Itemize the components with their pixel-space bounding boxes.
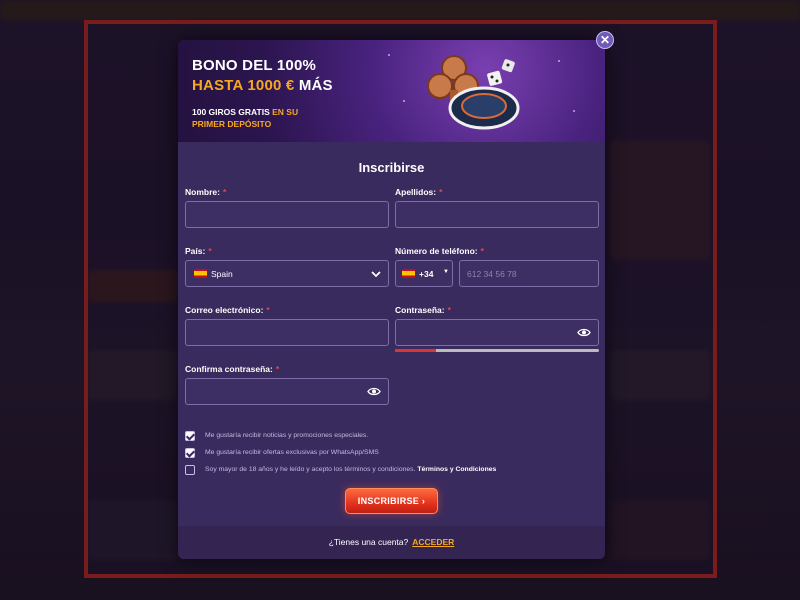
confirm-password-field[interactable]: [185, 378, 389, 405]
promo-title: BONO DEL 100%: [192, 57, 317, 74]
phone-code-select[interactable]: +34 ▼: [395, 260, 453, 287]
promo-banner: BONO DEL 100% HASTA 1000 € MÁS 100 GIROS…: [178, 40, 605, 142]
spain-flag-icon: [402, 269, 415, 278]
terms-text: Soy mayor de 18 años y he leído y acepto…: [205, 466, 496, 473]
password-field[interactable]: [395, 319, 599, 346]
casino-chip-icon: [427, 55, 520, 130]
sparkle: [388, 54, 390, 56]
sparkle: [573, 110, 575, 112]
newsletter-checkbox[interactable]: [185, 431, 195, 441]
last-name-field[interactable]: [395, 201, 599, 228]
required-mark: *: [222, 187, 227, 197]
promo-amount: HASTA 1000 € MÁS: [192, 77, 333, 94]
promo-spins: 100 GIROS GRATIS: [192, 107, 270, 117]
required-mark: *: [266, 305, 270, 315]
phone-input[interactable]: 612 34 56 78: [459, 260, 599, 287]
first-name-label-text: Nombre:: [185, 187, 220, 197]
phone-label: Número de teléfono: *: [395, 246, 484, 256]
first-name-field[interactable]: [185, 201, 389, 228]
caret-down-icon: ▼: [443, 269, 449, 275]
phone-label-text: Número de teléfono:: [395, 246, 478, 256]
last-name-label: Apellidos: *: [395, 187, 442, 197]
sparkle: [403, 100, 405, 102]
whatsapp-checkbox[interactable]: [185, 448, 195, 458]
required-mark: *: [275, 364, 280, 374]
email-label-text: Correo electrónico:: [185, 305, 264, 315]
last-name-label-text: Apellidos:: [395, 187, 437, 197]
password-strength-fill: [395, 349, 436, 352]
modal-footer: ¿Tienes una cuenta? ACCEDER: [178, 526, 605, 559]
spain-flag-icon: [194, 269, 207, 278]
first-name-label: Nombre: *: [185, 187, 226, 197]
country-value: Spain: [211, 269, 233, 279]
password-label: Contraseña: *: [395, 305, 451, 315]
required-mark: *: [439, 187, 443, 197]
newsletter-text: Me gustaría recibir noticias y promocion…: [205, 432, 369, 439]
phone-placeholder: 612 34 56 78: [467, 269, 517, 279]
chevron-down-icon: [371, 271, 381, 278]
whatsapp-text: Me gustaría recibir ofertas exclusivas p…: [205, 449, 379, 456]
password-strength-bar: [395, 349, 599, 352]
terms-statement: Soy mayor de 18 años y he leído y acepto…: [205, 466, 416, 473]
signup-modal: BONO DEL 100% HASTA 1000 € MÁS 100 GIROS…: [178, 40, 605, 559]
confirm-password-label: Confirma contraseña: *: [185, 364, 279, 374]
promo-amount-accent: HASTA 1000 €: [192, 77, 295, 94]
eye-icon[interactable]: [367, 386, 381, 397]
email-label: Correo electrónico: *: [185, 305, 270, 315]
required-mark: *: [447, 305, 451, 315]
phone-code: +34: [419, 269, 434, 279]
eye-icon[interactable]: [577, 327, 591, 338]
required-mark: *: [480, 246, 484, 256]
have-account-text: ¿Tienes una cuenta?: [328, 537, 409, 547]
country-label-text: País:: [185, 246, 206, 256]
country-label: País: *: [185, 246, 212, 256]
login-prompt: ¿Tienes una cuenta? ACCEDER: [178, 537, 605, 547]
required-mark: *: [208, 246, 212, 256]
promo-subtitle: 100 GIROS GRATIS EN SU PRIMER DEPÓSITO: [192, 106, 322, 130]
form-title: Inscribirse: [358, 160, 425, 175]
sparkle: [558, 60, 560, 62]
promo-amount-more: MÁS: [294, 77, 333, 94]
terms-checkbox[interactable]: [185, 465, 195, 475]
close-button[interactable]: ✕: [596, 31, 614, 49]
confirm-password-label-text: Confirma contraseña:: [185, 364, 273, 374]
login-link[interactable]: ACCEDER: [412, 537, 454, 547]
country-select[interactable]: Spain: [185, 260, 389, 287]
signup-submit-button[interactable]: INSCRIBIRSE ›: [345, 488, 438, 514]
password-label-text: Contraseña:: [395, 305, 445, 315]
email-field[interactable]: [185, 319, 389, 346]
terms-link[interactable]: Términos y Condiciones: [417, 466, 496, 473]
